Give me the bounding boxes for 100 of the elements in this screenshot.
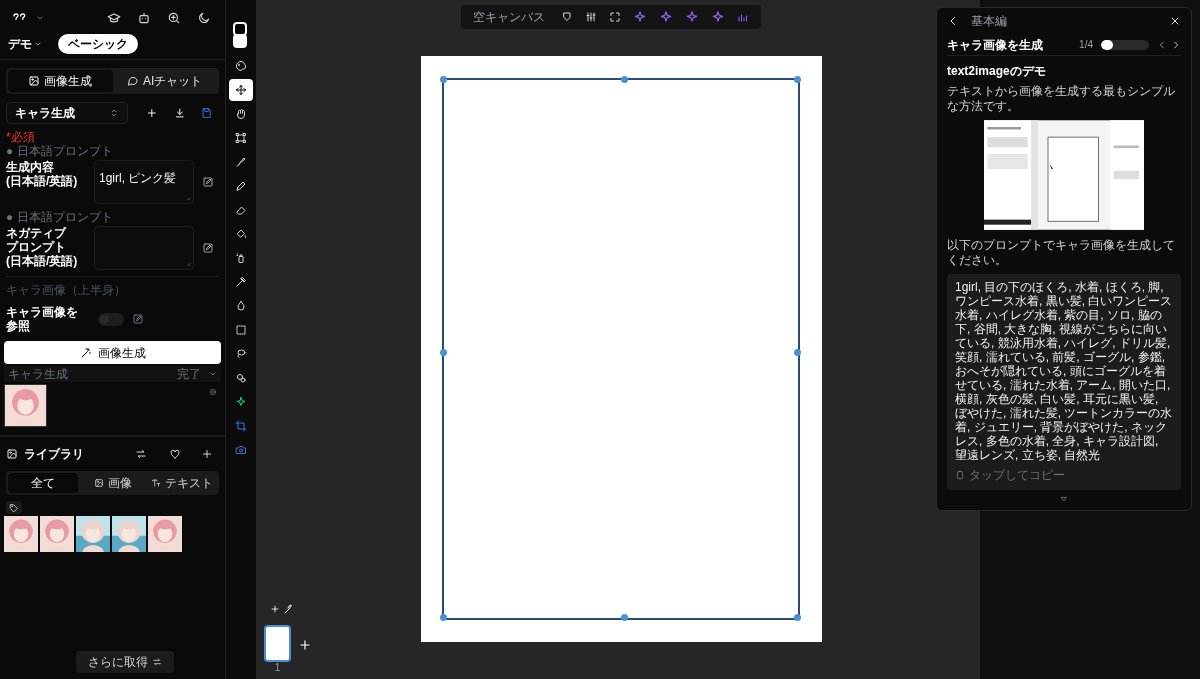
reference-label: キャラ画像を [6, 305, 79, 319]
magic-select-icon [235, 372, 247, 384]
sparkle-icon[interactable] [711, 10, 725, 24]
plus-icon[interactable] [201, 448, 213, 460]
water-drop-icon [235, 300, 247, 312]
prompt-label: 生成内容 [6, 160, 55, 174]
image-icon [93, 478, 104, 488]
shield-icon[interactable] [561, 11, 573, 23]
required-label: *必須 [6, 130, 36, 144]
job-name: キャラ生成 [8, 366, 68, 383]
resize-handle[interactable] [621, 614, 628, 621]
caret-icon[interactable] [209, 370, 217, 378]
copy-icon [955, 470, 965, 480]
prompt-text: 1girl, 目の下のほくろ, 水着, ほくろ, 脚, ワンピース水着, 黒い髪, 白いワンピース水着, ハイレグ水着, 紫の目, ソロ, 脇の下, 谷間, 大きな胸, 視線がこちらに向いている, 競泳用水着, ハイレグ, ドリル髪, 笑顔, 濡れている, 前髪, ゴーグル, 参鑑, おへそが隠れている, 頭にゴーグルを着せている, 濡れた水着, アーム, 開いた口, 横顔, 灰色の髪, 白い髪, 耳元に黒い髪, ぼやけた, 濡れた髪, ツートンカラーの水着, ジュエリー, 背景がぼやけた, ネックレス, 多色の水着, 全身, キャラ設計図, 望遠レンズ, 立ち姿, 自然光 [955, 280, 1173, 462]
tutorial-title: キャラ画像を生成 [947, 36, 1043, 54]
close-icon[interactable] [1169, 15, 1181, 27]
camera-icon [235, 444, 247, 456]
prompt-hint: ● 日本語プロンプト [6, 210, 114, 224]
reference-toggle[interactable] [98, 312, 124, 326]
mode-tab[interactable]: 画像生成 [8, 70, 113, 92]
library-tab[interactable]: 画像 [77, 473, 148, 493]
plus-icon[interactable] [270, 604, 280, 614]
generate-button[interactable]: 画像生成 [4, 341, 221, 364]
prompt-label: (日本語/英語) [6, 174, 78, 188]
robot-icon[interactable] [137, 11, 151, 25]
sparkle-icon[interactable] [685, 10, 699, 24]
resize-handle[interactable] [440, 349, 447, 356]
heart-icon[interactable] [169, 448, 181, 460]
resize-handle[interactable] [794, 614, 801, 621]
brush-icon[interactable] [282, 603, 294, 615]
selection-icon [235, 324, 247, 336]
eyedropper-icon [235, 276, 247, 288]
swap-icon[interactable] [135, 448, 147, 460]
chat-icon [127, 75, 140, 87]
prompt-hint: ● 日本語プロンプト [6, 144, 114, 158]
sparkle-icon[interactable] [633, 10, 647, 24]
step-counter: 1/4 [1079, 38, 1093, 52]
page-thumbnail[interactable] [264, 625, 291, 662]
zoom-icon[interactable] [167, 11, 181, 25]
preset-select[interactable]: キャラ生成 [6, 102, 129, 124]
add-page-icon[interactable] [298, 638, 312, 652]
paint-bucket-icon [235, 228, 247, 240]
library-tab[interactable]: 全て [8, 473, 78, 493]
sparkle-icon[interactable] [659, 10, 673, 24]
crop-icon [235, 420, 247, 432]
swap-icon [152, 657, 162, 667]
edit-icon[interactable] [202, 242, 214, 254]
resize-handle[interactable] [621, 76, 628, 83]
prompt-field[interactable] [94, 226, 194, 270]
resize-handle[interactable] [440, 614, 447, 621]
library-title: ライブラリ [24, 446, 84, 463]
gear-icon[interactable] [209, 388, 217, 396]
tag-icon [9, 502, 19, 513]
resize-handle[interactable] [794, 349, 801, 356]
graduation-cap-icon[interactable] [107, 11, 121, 25]
mode-tab[interactable]: AIチャット [112, 70, 217, 92]
step-progress [1101, 39, 1149, 50]
load-more-button[interactable]: さらに取得 [76, 651, 174, 673]
plus-icon[interactable] [146, 107, 158, 119]
brush-icon [235, 156, 247, 168]
moon-icon[interactable] [197, 11, 211, 25]
resize-handle[interactable] [794, 76, 801, 83]
tutorial-heading: text2imageのデモ [947, 63, 1047, 80]
library-tab[interactable]: テキスト [147, 473, 217, 493]
reference-label: 参照 [6, 319, 31, 333]
library-icon [6, 448, 18, 460]
transform-icon [235, 132, 247, 144]
download-icon[interactable] [173, 107, 186, 119]
prompt-label: (日本語/英語) [6, 254, 78, 268]
save-icon[interactable] [201, 107, 213, 119]
next-icon[interactable] [1171, 39, 1181, 50]
down-icon[interactable] [1059, 494, 1069, 504]
previous-icon[interactable] [1157, 39, 1167, 50]
prompt-field[interactable]: 1girl, ピンク髪 [94, 160, 194, 204]
copy-button[interactable]: タップしてコピー [955, 466, 1173, 484]
section-label: キャラ画像（上半身） [5, 282, 127, 299]
caret-icon [36, 14, 44, 22]
tutorial-section: 基本編 [971, 12, 1007, 30]
project-dropdown[interactable]: デモ [8, 34, 42, 53]
hand-icon [235, 108, 247, 120]
palette-icon [235, 60, 247, 72]
job-status: 完了 [177, 366, 201, 383]
fit-icon[interactable] [609, 11, 621, 23]
tutorial-text: テキストから画像を生成する最もシンプルな方法です。 [947, 84, 1176, 114]
edit-icon[interactable] [132, 313, 144, 325]
plan-badge: ベーシック [58, 33, 138, 54]
color-swatch[interactable] [233, 22, 249, 50]
page-number: 1 [274, 662, 281, 674]
tool-button[interactable] [229, 79, 253, 101]
edit-icon[interactable] [202, 176, 214, 188]
tutorial-instruction: 以下のプロンプトでキャラ画像を生成してください。 [947, 238, 1176, 268]
canvas-name: 空キャンバス [473, 9, 545, 26]
wand-icon [79, 346, 92, 359]
prompt-label: ネガティブ [6, 226, 68, 240]
lasso-icon [235, 348, 247, 360]
equalizer-icon[interactable] [737, 11, 749, 23]
resize-handle[interactable] [440, 76, 447, 83]
sliders-icon[interactable] [585, 11, 597, 23]
tag-filter-button[interactable] [6, 501, 22, 514]
move-icon [235, 84, 247, 96]
